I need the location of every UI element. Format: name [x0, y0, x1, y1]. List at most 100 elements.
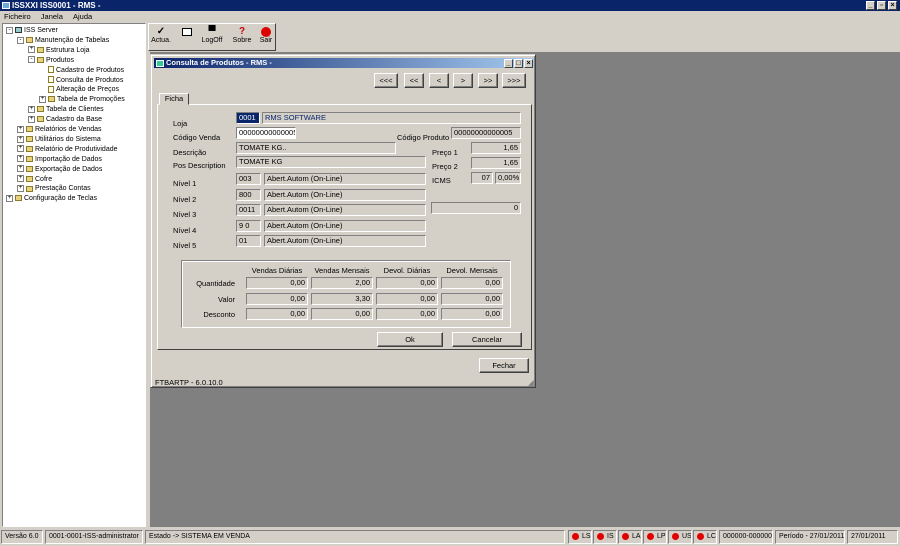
tree-item[interactable]: + Relatórios de Vendas: [17, 125, 102, 134]
expand-icon[interactable]: +: [39, 95, 46, 103]
close-button[interactable]: ×: [888, 1, 897, 10]
stats-row-label: Quantidade: [196, 279, 235, 288]
stats-cell: 0,00: [311, 308, 373, 320]
stats-cell: 0,00: [246, 292, 308, 305]
fechar-button[interactable]: Fechar: [479, 358, 529, 373]
tree-item[interactable]: - ISS Server: [6, 26, 58, 35]
status-led-label: IS: [607, 533, 614, 540]
app-title-bar: ISSXXI ISS0001 - RMS - _ ▫ ×: [0, 0, 900, 11]
led-indicator-icon: [672, 532, 679, 540]
tree-item[interactable]: - Produtos: [28, 56, 74, 65]
menu-ficheiro[interactable]: Ficheiro: [4, 12, 31, 21]
status-led-label: LP: [657, 533, 666, 540]
tree-item[interactable]: + Cadastro da Base: [28, 115, 102, 124]
restore-button[interactable]: ▫: [877, 1, 886, 10]
dialog-title-bar: Consulta de Produtos - RMS - _ □ ×: [154, 58, 534, 68]
nivel-desc-field: Abert.Autom (On-Line): [264, 219, 426, 232]
next-page-button[interactable]: >>: [478, 73, 498, 88]
stats-cell: 0,00: [246, 308, 308, 320]
logoff-button[interactable]: ▀ LogOff: [200, 25, 224, 49]
codigo-produto-label: Código Produto: [397, 133, 450, 142]
next-record-button[interactable]: >: [453, 73, 473, 88]
tree-item[interactable]: + Prestação Contas: [17, 184, 91, 193]
tree-item[interactable]: + Relatório de Produtividade: [17, 145, 118, 154]
dialog-close-button[interactable]: ×: [524, 58, 533, 68]
icms-pct-field: 0,00%: [495, 172, 521, 184]
menu-ajuda[interactable]: Ajuda: [73, 12, 92, 21]
prev-record-button[interactable]: <: [429, 73, 449, 88]
window-button[interactable]: [178, 25, 196, 49]
tree-item[interactable]: + Tabela de Clientes: [28, 105, 104, 114]
expand-icon[interactable]: +: [17, 155, 24, 163]
status-versao: Versão 6.0: [1, 530, 43, 544]
first-record-button[interactable]: <<<: [374, 73, 398, 88]
expand-icon[interactable]: +: [6, 194, 13, 202]
resize-grip-icon[interactable]: ◢: [528, 378, 534, 388]
tree-item[interactable]: + Importação de Dados: [17, 155, 102, 164]
tree-item-label: Estrutura Loja: [46, 46, 90, 54]
document-icon: [48, 66, 54, 74]
icms-code-field: 07: [471, 172, 493, 184]
tree-item[interactable]: Alteração de Preços: [39, 85, 119, 94]
stats-column-header: Vendas Mensais: [314, 266, 370, 275]
status-led-label: LA: [632, 533, 641, 540]
descricao-label: Descrição: [173, 148, 207, 157]
folder-icon: [26, 175, 33, 182]
tree-item-label: Consulta de Produtos: [56, 76, 124, 84]
status-user: 0001-0001-ISS-administrator: [45, 530, 143, 544]
stats-column-header: Devol. Mensais: [446, 266, 498, 275]
tree-item[interactable]: - Manutenção de Tabelas: [17, 36, 109, 45]
nivel-label: Nível 4: [173, 225, 197, 235]
tree-item[interactable]: + Utilitários do Sistema: [17, 135, 101, 144]
tab-ficha[interactable]: Ficha: [159, 93, 189, 105]
nivel-code-field: 9 0: [236, 219, 261, 232]
expand-icon[interactable]: +: [17, 165, 24, 173]
preco1-label: Preço 1: [432, 148, 458, 157]
sobre-button[interactable]: ? Sobre: [230, 25, 254, 49]
tree-item[interactable]: Consulta de Produtos: [39, 76, 123, 85]
tree-item-label: Cadastro da Base: [46, 116, 103, 124]
tree-item[interactable]: + Configuração de Teclas: [6, 194, 97, 203]
stats-column-header: Devol. Diárias: [383, 266, 431, 275]
expand-icon[interactable]: +: [17, 185, 24, 193]
collapse-icon[interactable]: -: [17, 36, 24, 44]
expand-icon[interactable]: +: [28, 105, 35, 113]
extra-value-field: 0: [431, 202, 521, 214]
dialog-maximize-button[interactable]: □: [514, 58, 523, 68]
expand-icon[interactable]: +: [28, 46, 35, 54]
expand-icon[interactable]: +: [28, 115, 35, 123]
collapse-icon[interactable]: -: [6, 26, 13, 34]
dialog-minimize-button[interactable]: _: [504, 58, 513, 68]
check-icon: ✓: [156, 26, 166, 37]
led-indicator-icon: [647, 532, 654, 540]
tree-item[interactable]: + Exportação de Dados: [17, 165, 102, 174]
tree-item-label: Configuração de Teclas: [24, 195, 98, 203]
codigo-venda-input[interactable]: 00000000000005: [236, 127, 296, 139]
sair-button[interactable]: Sair: [256, 25, 276, 49]
ok-button[interactable]: Ok: [377, 332, 443, 347]
menu-janela[interactable]: Janela: [41, 12, 63, 21]
folder-icon: [48, 96, 55, 103]
tree-item[interactable]: + Tabela de Promoções: [39, 95, 125, 104]
tree-item[interactable]: Cadastro de Produtos: [39, 66, 124, 75]
collapse-icon[interactable]: -: [28, 56, 35, 64]
expand-icon[interactable]: +: [17, 175, 24, 183]
minimize-button[interactable]: _: [866, 1, 875, 10]
prev-page-button[interactable]: <<: [404, 73, 424, 88]
expand-icon[interactable]: +: [17, 145, 24, 153]
nivel-label: Nível 3: [173, 210, 197, 219]
tree-item[interactable]: + Estrutura Loja: [28, 46, 90, 55]
stats-cell: 0,00: [376, 292, 438, 305]
last-record-button[interactable]: >>>: [502, 73, 526, 88]
expand-icon[interactable]: +: [17, 135, 24, 143]
cancelar-button[interactable]: Cancelar: [452, 332, 522, 347]
tree-item[interactable]: + Cofre: [17, 175, 52, 184]
actua-button[interactable]: ✓ Actua.: [150, 25, 172, 49]
document-icon: [48, 76, 54, 84]
led-indicator-icon: [622, 532, 629, 540]
nivel-desc-field: Abert.Autom (On-Line): [264, 188, 426, 201]
status-led-label: US: [682, 533, 692, 540]
loja-code-field[interactable]: 0001: [236, 112, 260, 124]
expand-icon[interactable]: +: [17, 125, 24, 133]
status-led: US: [668, 530, 692, 544]
